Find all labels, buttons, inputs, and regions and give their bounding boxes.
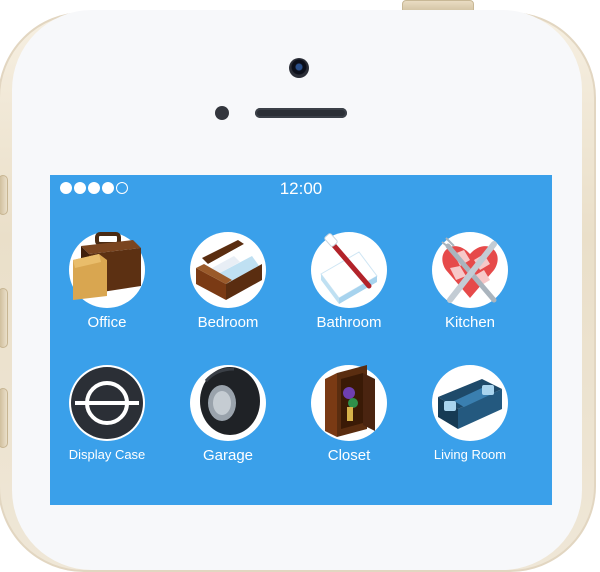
fork-knife-icon — [432, 232, 508, 308]
app-bedroom[interactable]: Bedroom — [168, 232, 288, 331]
status-bar: 12:00 — [50, 175, 552, 203]
bed-icon — [190, 232, 266, 308]
app-office[interactable]: Office — [47, 232, 167, 331]
app-living-room[interactable]: Living Room — [410, 365, 530, 462]
tire-icon — [190, 365, 266, 441]
app-label: Bathroom — [316, 314, 382, 331]
volume-up-button[interactable] — [0, 288, 8, 348]
app-label: Bedroom — [197, 314, 259, 331]
app-label: Closet — [327, 447, 371, 464]
sensor-icon — [215, 106, 229, 120]
app-label: Display Case — [68, 447, 146, 462]
app-label: Garage — [202, 447, 254, 464]
speaker-grille — [255, 108, 347, 118]
app-garage[interactable]: Garage — [168, 365, 288, 464]
app-closet[interactable]: Closet — [289, 365, 409, 464]
status-time: 12:00 — [279, 179, 323, 198]
app-label: Office — [87, 314, 127, 331]
app-bathroom[interactable]: Bathroom — [289, 232, 409, 331]
sofa-icon — [432, 365, 508, 441]
app-display-case[interactable]: Display Case — [47, 365, 167, 462]
toothbrush-icon — [311, 232, 387, 308]
app-label: Living Room — [433, 447, 507, 462]
camera-icon — [289, 58, 309, 78]
display-case-icon — [69, 365, 145, 441]
mute-switch[interactable] — [0, 175, 8, 215]
home-screen: 12:00 Office Bedroom Bathroom Kitchen Di… — [50, 175, 552, 505]
closet-icon — [311, 365, 387, 441]
app-kitchen[interactable]: Kitchen — [410, 232, 530, 331]
volume-down-button[interactable] — [0, 388, 8, 448]
app-label: Kitchen — [444, 314, 496, 331]
briefcase-icon — [69, 232, 145, 308]
